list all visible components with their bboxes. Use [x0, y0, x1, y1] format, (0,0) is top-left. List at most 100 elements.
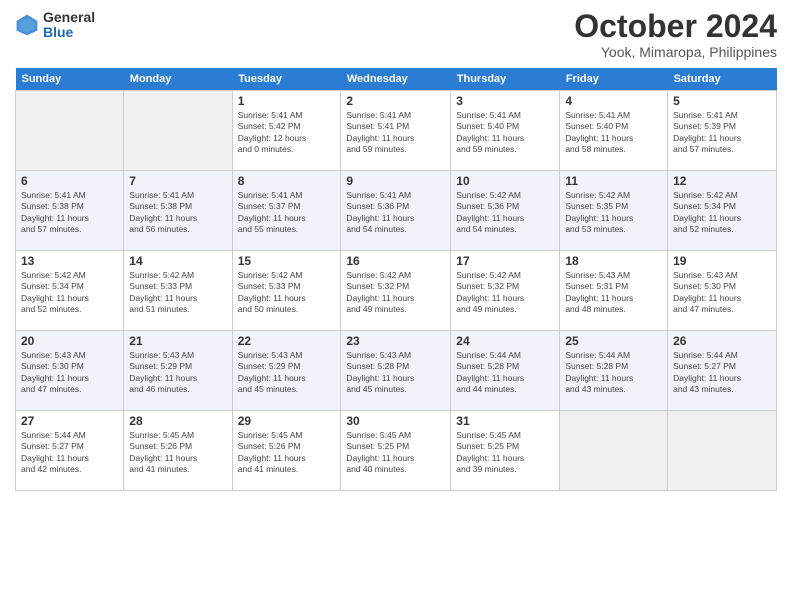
day-number: 15	[238, 254, 336, 268]
day-info: Sunrise: 5:42 AM Sunset: 5:32 PM Dayligh…	[346, 270, 445, 316]
calendar-cell: 30 Sunrise: 5:45 AM Sunset: 5:25 PM Dayli…	[341, 411, 451, 491]
day-number: 19	[673, 254, 771, 268]
day-number: 18	[565, 254, 662, 268]
day-info: Sunrise: 5:41 AM Sunset: 5:39 PM Dayligh…	[673, 110, 771, 156]
calendar-cell: 16 Sunrise: 5:42 AM Sunset: 5:32 PM Dayli…	[341, 251, 451, 331]
calendar-cell: 27 Sunrise: 5:44 AM Sunset: 5:27 PM Dayli…	[16, 411, 124, 491]
weekday-header-thursday: Thursday	[451, 68, 560, 91]
day-number: 11	[565, 174, 662, 188]
day-info: Sunrise: 5:42 AM Sunset: 5:34 PM Dayligh…	[673, 190, 771, 236]
weekday-header-tuesday: Tuesday	[232, 68, 341, 91]
header: General Blue October 2024 Yook, Mimaropa…	[15, 10, 777, 60]
day-info: Sunrise: 5:43 AM Sunset: 5:30 PM Dayligh…	[673, 270, 771, 316]
day-number: 16	[346, 254, 445, 268]
day-info: Sunrise: 5:44 AM Sunset: 5:27 PM Dayligh…	[21, 430, 118, 476]
weekday-header-row: SundayMondayTuesdayWednesdayThursdayFrid…	[16, 68, 777, 91]
day-number: 10	[456, 174, 554, 188]
day-number: 3	[456, 94, 554, 108]
day-number: 24	[456, 334, 554, 348]
calendar-cell: 1 Sunrise: 5:41 AM Sunset: 5:42 PM Daylig…	[232, 91, 341, 171]
calendar-cell	[16, 91, 124, 171]
day-info: Sunrise: 5:45 AM Sunset: 5:25 PM Dayligh…	[456, 430, 554, 476]
title-area: October 2024 Yook, Mimaropa, Philippines	[574, 10, 777, 60]
day-info: Sunrise: 5:42 AM Sunset: 5:32 PM Dayligh…	[456, 270, 554, 316]
day-number: 25	[565, 334, 662, 348]
weekday-header-monday: Monday	[124, 68, 232, 91]
logo-text: General Blue	[43, 10, 95, 41]
weekday-header-wednesday: Wednesday	[341, 68, 451, 91]
calendar-cell: 14Sunrise: 5:42 AM Sunset: 5:33 PM Dayli…	[124, 251, 232, 331]
calendar-cell: 13Sunrise: 5:42 AM Sunset: 5:34 PM Dayli…	[16, 251, 124, 331]
day-number: 23	[346, 334, 445, 348]
calendar-cell: 29 Sunrise: 5:45 AM Sunset: 5:26 PM Dayli…	[232, 411, 341, 491]
calendar-cell: 21 Sunrise: 5:43 AM Sunset: 5:29 PM Dayli…	[124, 331, 232, 411]
day-info: Sunrise: 5:41 AM Sunset: 5:40 PM Dayligh…	[565, 110, 662, 156]
day-info: Sunrise: 5:43 AM Sunset: 5:29 PM Dayligh…	[129, 350, 226, 396]
calendar-cell: 17Sunrise: 5:42 AM Sunset: 5:32 PM Dayli…	[451, 251, 560, 331]
weekday-header-friday: Friday	[560, 68, 668, 91]
calendar-week-3: 13Sunrise: 5:42 AM Sunset: 5:34 PM Dayli…	[16, 251, 777, 331]
day-info: Sunrise: 5:41 AM Sunset: 5:42 PM Dayligh…	[238, 110, 336, 156]
logo-blue: Blue	[43, 25, 95, 40]
calendar-cell: 4 Sunrise: 5:41 AM Sunset: 5:40 PM Daylig…	[560, 91, 668, 171]
day-info: Sunrise: 5:42 AM Sunset: 5:34 PM Dayligh…	[21, 270, 118, 316]
day-info: Sunrise: 5:44 AM Sunset: 5:28 PM Dayligh…	[565, 350, 662, 396]
calendar-week-4: 20Sunrise: 5:43 AM Sunset: 5:30 PM Dayli…	[16, 331, 777, 411]
location: Yook, Mimaropa, Philippines	[574, 44, 777, 60]
day-number: 14	[129, 254, 226, 268]
calendar-cell: 12 Sunrise: 5:42 AM Sunset: 5:34 PM Dayli…	[668, 171, 777, 251]
day-number: 22	[238, 334, 336, 348]
day-info: Sunrise: 5:41 AM Sunset: 5:37 PM Dayligh…	[238, 190, 336, 236]
day-info: Sunrise: 5:44 AM Sunset: 5:28 PM Dayligh…	[456, 350, 554, 396]
day-info: Sunrise: 5:42 AM Sunset: 5:33 PM Dayligh…	[238, 270, 336, 316]
day-number: 31	[456, 414, 554, 428]
calendar-cell: 7Sunrise: 5:41 AM Sunset: 5:38 PM Daylig…	[124, 171, 232, 251]
day-number: 7	[129, 174, 226, 188]
day-number: 9	[346, 174, 445, 188]
day-info: Sunrise: 5:41 AM Sunset: 5:40 PM Dayligh…	[456, 110, 554, 156]
calendar-cell: 9 Sunrise: 5:41 AM Sunset: 5:36 PM Daylig…	[341, 171, 451, 251]
day-number: 8	[238, 174, 336, 188]
calendar-cell: 24 Sunrise: 5:44 AM Sunset: 5:28 PM Dayli…	[451, 331, 560, 411]
day-info: Sunrise: 5:41 AM Sunset: 5:38 PM Dayligh…	[21, 190, 118, 236]
weekday-header-saturday: Saturday	[668, 68, 777, 91]
day-number: 12	[673, 174, 771, 188]
day-info: Sunrise: 5:45 AM Sunset: 5:26 PM Dayligh…	[129, 430, 226, 476]
day-number: 4	[565, 94, 662, 108]
day-number: 30	[346, 414, 445, 428]
logo-general: General	[43, 10, 95, 25]
month-title: October 2024	[574, 10, 777, 42]
calendar-cell: 22Sunrise: 5:43 AM Sunset: 5:29 PM Dayli…	[232, 331, 341, 411]
day-number: 1	[238, 94, 336, 108]
calendar-cell: 23 Sunrise: 5:43 AM Sunset: 5:28 PM Dayli…	[341, 331, 451, 411]
day-number: 28	[129, 414, 226, 428]
day-number: 21	[129, 334, 226, 348]
calendar-cell: 28 Sunrise: 5:45 AM Sunset: 5:26 PM Dayli…	[124, 411, 232, 491]
calendar-cell: 11 Sunrise: 5:42 AM Sunset: 5:35 PM Dayli…	[560, 171, 668, 251]
day-info: Sunrise: 5:42 AM Sunset: 5:36 PM Dayligh…	[456, 190, 554, 236]
logo: General Blue	[15, 10, 95, 41]
day-info: Sunrise: 5:41 AM Sunset: 5:36 PM Dayligh…	[346, 190, 445, 236]
calendar-page: General Blue October 2024 Yook, Mimaropa…	[0, 0, 792, 612]
calendar-cell: 20Sunrise: 5:43 AM Sunset: 5:30 PM Dayli…	[16, 331, 124, 411]
calendar-cell	[124, 91, 232, 171]
calendar-cell: 8 Sunrise: 5:41 AM Sunset: 5:37 PM Daylig…	[232, 171, 341, 251]
day-info: Sunrise: 5:44 AM Sunset: 5:27 PM Dayligh…	[673, 350, 771, 396]
calendar-table: SundayMondayTuesdayWednesdayThursdayFrid…	[15, 68, 777, 491]
day-info: Sunrise: 5:45 AM Sunset: 5:25 PM Dayligh…	[346, 430, 445, 476]
day-info: Sunrise: 5:43 AM Sunset: 5:28 PM Dayligh…	[346, 350, 445, 396]
day-number: 29	[238, 414, 336, 428]
day-info: Sunrise: 5:42 AM Sunset: 5:35 PM Dayligh…	[565, 190, 662, 236]
calendar-cell: 18Sunrise: 5:43 AM Sunset: 5:31 PM Dayli…	[560, 251, 668, 331]
calendar-cell: 5Sunrise: 5:41 AM Sunset: 5:39 PM Daylig…	[668, 91, 777, 171]
weekday-header-sunday: Sunday	[16, 68, 124, 91]
day-number: 27	[21, 414, 118, 428]
calendar-cell	[668, 411, 777, 491]
day-info: Sunrise: 5:45 AM Sunset: 5:26 PM Dayligh…	[238, 430, 336, 476]
calendar-cell: 6Sunrise: 5:41 AM Sunset: 5:38 PM Daylig…	[16, 171, 124, 251]
calendar-cell: 25 Sunrise: 5:44 AM Sunset: 5:28 PM Dayli…	[560, 331, 668, 411]
calendar-cell	[560, 411, 668, 491]
calendar-cell: 10 Sunrise: 5:42 AM Sunset: 5:36 PM Dayli…	[451, 171, 560, 251]
calendar-week-5: 27 Sunrise: 5:44 AM Sunset: 5:27 PM Dayli…	[16, 411, 777, 491]
logo-icon	[15, 13, 39, 37]
